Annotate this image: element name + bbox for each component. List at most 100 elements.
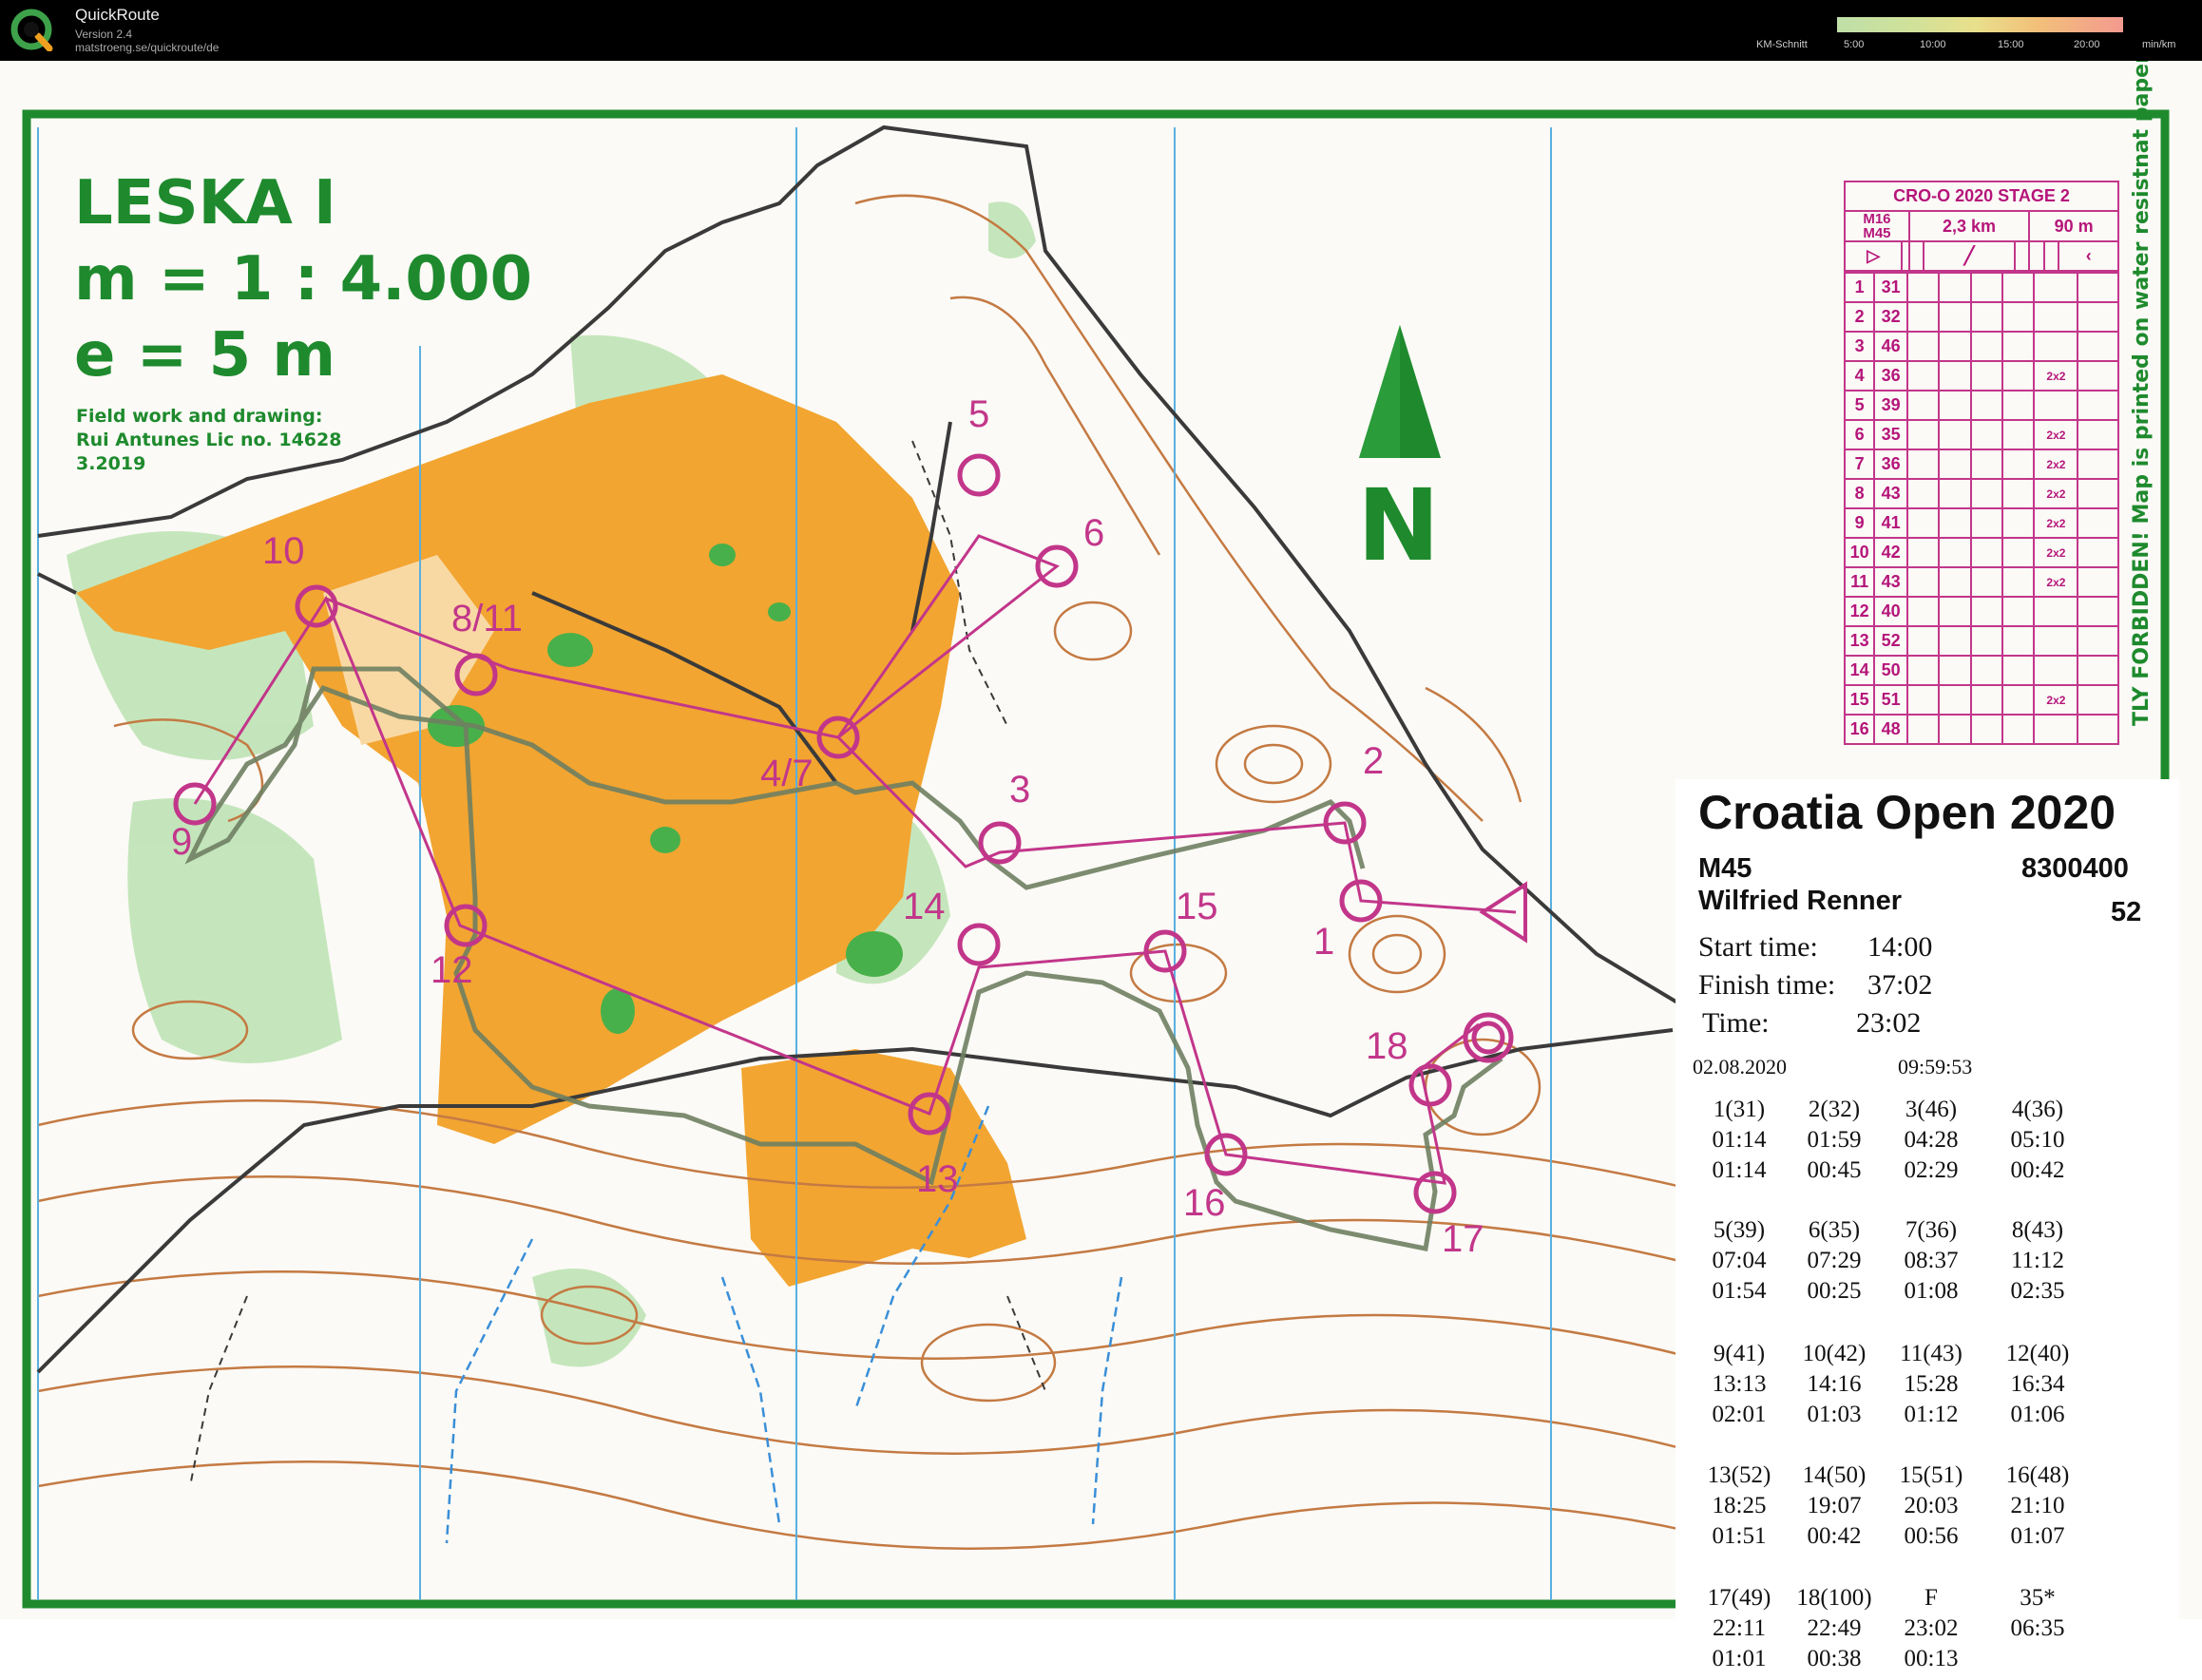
finish-inner[interactable]: [1471, 1021, 1505, 1055]
control-code: 31: [1873, 272, 1909, 303]
symbol-cell: [2077, 537, 2119, 568]
control-5[interactable]: [957, 453, 1001, 497]
split-entry: 2(32) 01:59 00:45: [1782, 1095, 1886, 1186]
control-number: 3: [1843, 331, 1876, 362]
finish-time-label: Finish time:: [1698, 969, 1836, 1001]
split-entry: 8(43) 11:12 02:35: [1985, 1215, 2090, 1307]
control-3[interactable]: [978, 821, 1022, 865]
split-entry: 3(46) 04:28 02:29: [1879, 1095, 1983, 1186]
split-entry: 14(50) 19:07 00:42: [1782, 1460, 1886, 1552]
split-control: 1(31): [1713, 1097, 1766, 1122]
split-cumulative: 13:13: [1712, 1371, 1767, 1397]
pace-tick: 10:00: [1920, 39, 1946, 50]
control-dimension: [2033, 625, 2079, 657]
symbol-cell: [1906, 684, 1941, 716]
split-leg: 01:01: [1712, 1646, 1767, 1671]
control-number: 1: [1843, 272, 1876, 303]
split-leg: 02:29: [1904, 1157, 1959, 1183]
orienteering-map[interactable]: TLY FORBIDDEN! Map is printed on water r…: [0, 61, 2202, 1680]
total-time: 23:02: [1856, 1007, 1922, 1039]
control-dimension: 2x2: [2033, 537, 2079, 568]
control-dimension: [2033, 390, 2079, 421]
control-dimension: [2033, 272, 2079, 303]
control-code: 35: [1873, 419, 1909, 450]
symbol-cell: [1938, 478, 1972, 509]
split-control: 18(100): [1796, 1585, 1872, 1611]
control-label: 8/11: [451, 598, 523, 640]
symbol-cell: [1969, 449, 2004, 480]
control-dimension: 2x2: [2033, 478, 2079, 509]
symbol-cell: [2001, 507, 2036, 539]
symbol-cell: [1906, 596, 1941, 627]
open-land-area-south: [741, 1049, 1026, 1287]
split-control: 15(51): [1899, 1462, 1963, 1488]
symbol-cell: [2077, 684, 2119, 716]
split-control: 9(41): [1713, 1341, 1766, 1366]
split-cumulative: 21:10: [2010, 1493, 2065, 1518]
split-cumulative: 01:59: [1807, 1127, 1862, 1153]
symbol-cell: [1938, 301, 1972, 333]
control-label: 1: [1313, 921, 1335, 963]
symbol-cell: [1969, 566, 2004, 598]
control-number: 8: [1843, 478, 1876, 509]
control-dimension: 2x2: [2033, 449, 2079, 480]
control-number: 2: [1843, 301, 1876, 333]
control-number: 14: [1843, 655, 1876, 686]
symbol-cell: [1938, 684, 1972, 716]
control-dimension: 2x2: [2033, 419, 2079, 450]
symbol-cell: [1906, 390, 1941, 421]
control-code: 32: [1873, 301, 1909, 333]
north-arrow-icon: N: [1357, 325, 1443, 583]
control-number: 10: [1843, 537, 1876, 568]
control-label: 4/7: [760, 753, 814, 794]
symbol-cell: [1969, 478, 2004, 509]
credit-line: 3.2019: [76, 453, 146, 474]
split-entry: 13(52) 18:25 01:51: [1687, 1460, 1791, 1552]
control-14[interactable]: [957, 923, 1001, 966]
class-cell: M16 M45: [1844, 210, 1910, 242]
symbol-cell: [1906, 449, 1941, 480]
symbol-cell: [2001, 272, 2036, 303]
control-label: 13: [916, 1158, 959, 1200]
map-name: LESKA I: [74, 168, 336, 239]
symbol-cell: [1969, 714, 2004, 745]
map-contour-interval: e = 5 m: [74, 320, 336, 391]
finish-time: 37:02: [1867, 969, 1933, 1001]
symbol-cell: [2077, 507, 2119, 539]
split-leg: 01:14: [1712, 1157, 1767, 1183]
symbol-cell: [1906, 331, 1941, 362]
description-row: 16 48: [1843, 714, 2119, 745]
control-dimension: 2x2: [2033, 684, 2079, 716]
app-version: Version 2.4: [75, 28, 133, 41]
control-label: 15: [1176, 886, 1218, 927]
map-title: LESKA I m = 1 : 4.000 e = 5 m: [74, 165, 532, 393]
pace-unit: min/km: [2142, 39, 2176, 50]
app-url[interactable]: matstroeng.se/quickroute/de: [75, 41, 219, 54]
control-dimension: 2x2: [2033, 360, 2079, 391]
control-number: 11: [1843, 566, 1876, 598]
split-control: 6(35): [1808, 1217, 1861, 1243]
description-row: 10 42 2x2: [1843, 537, 2119, 568]
credit-line: Field work and drawing:: [76, 406, 323, 427]
control-dimension: [2033, 331, 2079, 362]
pace-legend-label: KM-Schnitt: [1756, 39, 1808, 50]
split-leg: 00:25: [1807, 1278, 1862, 1304]
split-leg: 01:07: [2010, 1523, 2065, 1549]
control-label: 9: [171, 821, 193, 863]
symbol-cell: [2077, 625, 2119, 657]
control-number: 12: [1843, 596, 1876, 627]
symbol-cell: [2001, 625, 2036, 657]
description-row: 8 43 2x2: [1843, 478, 2119, 509]
description-table: CRO-O 2020 STAGE 2 M16 M45 2,3 km 90 m ▷…: [1843, 181, 2119, 272]
symbol-cell: [2001, 596, 2036, 627]
course-length: 2,3 km: [1907, 210, 2031, 242]
symbol-cell: [1906, 360, 1941, 391]
split-entry: 15(51) 20:03 00:56: [1879, 1460, 1983, 1552]
split-leg: 00:45: [1807, 1157, 1862, 1183]
readout-date: 02.08.2020: [1693, 1055, 1787, 1079]
map-side-note: TLY FORBIDDEN! Map is printed on water r…: [2130, 61, 2154, 726]
split-entry: 35* 06:35: [1985, 1583, 2090, 1644]
split-leg: 01:06: [2010, 1402, 2065, 1427]
split-entry: 1(31) 01:14 01:14: [1687, 1095, 1791, 1186]
split-entry: 17(49) 22:11 01:01: [1687, 1583, 1791, 1674]
